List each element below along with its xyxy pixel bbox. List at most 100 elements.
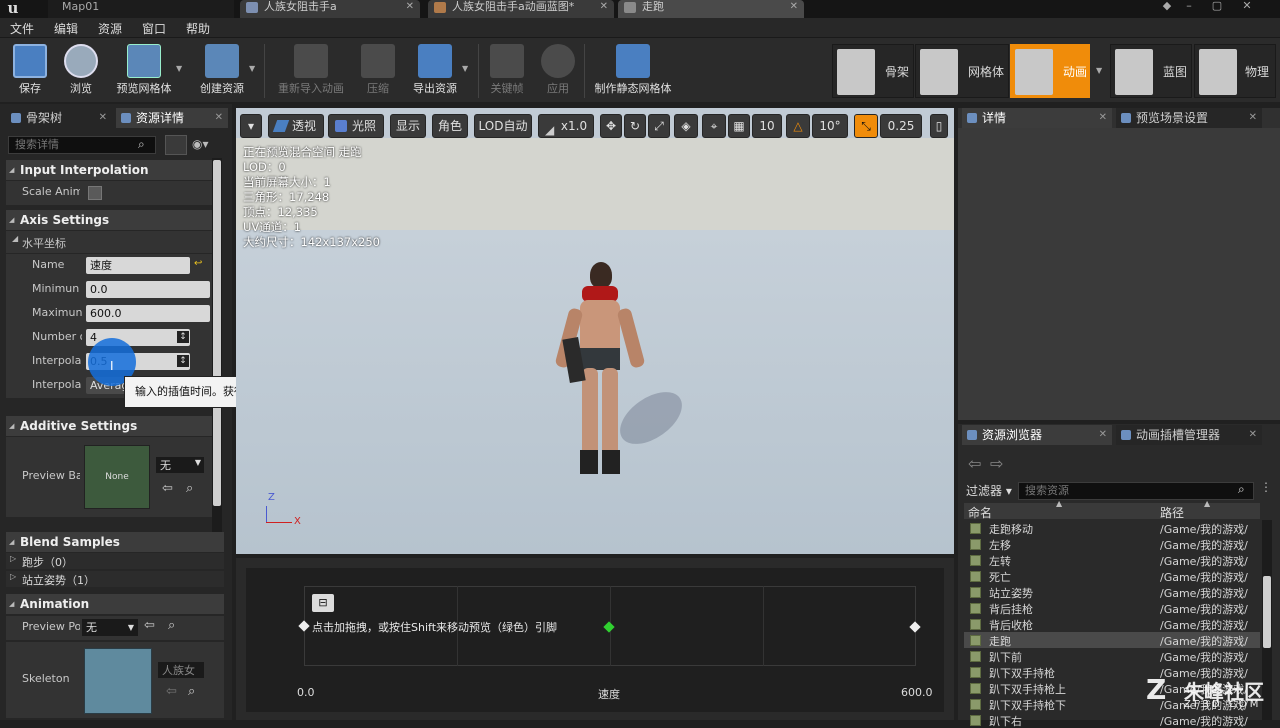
mode-physics[interactable]: 物理 bbox=[1194, 44, 1276, 98]
perspective-button[interactable]: 透视 bbox=[268, 114, 324, 138]
mode-animation[interactable]: 动画 bbox=[1010, 44, 1090, 98]
preview-mesh-button[interactable]: 预览网格体 bbox=[112, 42, 176, 100]
section-blend-samples[interactable]: Blend Samples bbox=[6, 532, 224, 552]
grid-snap-icon[interactable]: ▦ bbox=[728, 114, 750, 138]
tab-anim-slot-manager[interactable]: 动画插槽管理器 ✕ bbox=[1116, 425, 1262, 445]
tab-asset-details[interactable]: 资源详情 ✕ bbox=[116, 108, 228, 128]
blend-sample-row[interactable]: ▷ 跑步（0） bbox=[6, 553, 224, 569]
surface-snap-button[interactable]: ⌖ bbox=[702, 114, 726, 138]
asset-row[interactable]: 背后收枪/Game/我的游戏/ bbox=[964, 616, 1260, 632]
tab-skeleton-tree[interactable]: 骨架树 ✕ bbox=[6, 108, 112, 128]
close-icon[interactable]: ✕ bbox=[790, 0, 798, 14]
close-icon[interactable]: ✕ bbox=[1249, 108, 1257, 128]
eye-icon[interactable]: ◉▾ bbox=[192, 137, 209, 151]
notification-icon[interactable]: ◆ bbox=[1160, 0, 1174, 14]
minimize-icon[interactable]: – bbox=[1182, 0, 1196, 14]
triangulation-toggle-icon[interactable]: ⊟ bbox=[312, 594, 334, 612]
view-options-icon[interactable] bbox=[165, 135, 187, 155]
scrollbar-thumb[interactable] bbox=[1263, 576, 1271, 648]
reset-icon[interactable]: ↩ bbox=[194, 258, 202, 269]
asset-row[interactable]: 走跑/Game/我的游戏/ bbox=[964, 632, 1260, 648]
mode-mesh[interactable]: 网格体 bbox=[915, 44, 1009, 98]
close-icon[interactable]: ✕ bbox=[600, 0, 608, 14]
details-search-input[interactable]: 搜索详情 bbox=[8, 136, 156, 154]
skeleton-thumbnail[interactable] bbox=[84, 648, 152, 714]
column-path[interactable]: 路径 bbox=[1160, 504, 1184, 521]
close-icon[interactable]: ✕ bbox=[1249, 425, 1257, 445]
asset-row[interactable]: 左转/Game/我的游戏/ bbox=[964, 552, 1260, 568]
forward-arrow-icon[interactable]: ⇨ bbox=[990, 454, 1003, 473]
spin-arrows-icon[interactable]: ↕ bbox=[177, 331, 189, 343]
preview-pose-combo[interactable]: 无 ▼ bbox=[82, 619, 138, 636]
menu-asset[interactable]: 资源 bbox=[98, 20, 122, 37]
asset-row[interactable]: 死亡/Game/我的游戏/ bbox=[964, 568, 1260, 584]
close-icon[interactable]: ✕ bbox=[215, 108, 223, 128]
asset-row[interactable]: 走跑移动/Game/我的游戏/ bbox=[964, 520, 1260, 536]
asset-row[interactable]: 趴下右/Game/我的游戏/ bbox=[964, 712, 1260, 728]
compress-button[interactable]: 压缩 bbox=[356, 42, 400, 100]
translate-tool-button[interactable]: ✥ bbox=[600, 114, 622, 138]
section-additive-settings[interactable]: Additive Settings bbox=[6, 416, 212, 436]
close-icon[interactable]: ✕ bbox=[1099, 425, 1107, 445]
menu-help[interactable]: 帮助 bbox=[186, 20, 210, 37]
section-input-interpolation[interactable]: Input Interpolation bbox=[6, 160, 212, 180]
maximize-icon[interactable]: ▢ bbox=[1210, 0, 1224, 14]
make-static-mesh-button[interactable]: 制作静态网格体 bbox=[590, 42, 676, 100]
use-selected-arrow-icon[interactable]: ⇦ bbox=[144, 618, 155, 633]
mode-blueprint[interactable]: 蓝图 bbox=[1110, 44, 1192, 98]
back-arrow-icon[interactable]: ⇦ bbox=[968, 454, 981, 473]
tab-preview-scene-settings[interactable]: 预览场景设置 ✕ bbox=[1116, 108, 1262, 128]
base-pose-combo[interactable]: 无 ▼ bbox=[156, 457, 204, 473]
playback-speed-button[interactable]: ◢ x1.0 bbox=[538, 114, 594, 138]
axis-min-input[interactable]: 0.0 bbox=[86, 281, 210, 298]
mode-skeleton[interactable]: 骨架 bbox=[832, 44, 914, 98]
asset-row[interactable]: 趴下前/Game/我的游戏/ bbox=[964, 648, 1260, 664]
viewport-options-dropdown[interactable]: ▾ bbox=[240, 114, 262, 138]
rotate-tool-button[interactable]: ↻ bbox=[624, 114, 646, 138]
lit-button[interactable]: 光照 bbox=[328, 114, 384, 138]
reimport-button[interactable]: 重新导入动画 bbox=[272, 42, 350, 100]
preview-mesh-dropdown[interactable]: ▼ bbox=[176, 64, 186, 73]
scale-tool-button[interactable]: ⤢ bbox=[648, 114, 670, 138]
asset-search-input[interactable]: 搜索资源 bbox=[1018, 482, 1254, 500]
rotation-snap-icon[interactable]: △ bbox=[786, 114, 810, 138]
create-asset-button[interactable]: 创建资源 bbox=[196, 42, 248, 100]
export-asset-button[interactable]: 导出资源 bbox=[408, 42, 462, 100]
axis-max-input[interactable]: 600.0 bbox=[86, 305, 210, 322]
world-local-button[interactable]: ◈ bbox=[674, 114, 698, 138]
browse-search-icon[interactable]: ⌕ bbox=[168, 618, 175, 633]
column-name[interactable]: 命名 bbox=[968, 504, 992, 521]
scale-snap-icon[interactable]: ⤡ bbox=[854, 114, 878, 138]
spin-arrows-icon[interactable]: ↕ bbox=[177, 355, 189, 367]
keyframe-button[interactable]: 关键帧 bbox=[486, 42, 528, 100]
close-icon[interactable]: ✕ bbox=[99, 108, 107, 128]
tab-details[interactable]: 详情 ✕ bbox=[962, 108, 1112, 128]
section-axis-settings[interactable]: Axis Settings bbox=[6, 210, 212, 230]
asset-row[interactable]: 左移/Game/我的游戏/ bbox=[964, 536, 1260, 552]
menu-window[interactable]: 窗口 bbox=[142, 20, 166, 37]
menu-file[interactable]: 文件 bbox=[10, 20, 34, 37]
doc-tab-animbp[interactable]: 人族女阻击手a动画蓝图* ✕ bbox=[428, 0, 614, 18]
scale-snap-value[interactable]: 0.25 bbox=[880, 114, 922, 138]
grid-snap-value[interactable]: 10 bbox=[752, 114, 782, 138]
base-pose-thumbnail[interactable]: None bbox=[84, 445, 150, 509]
apply-button[interactable]: 应用 bbox=[536, 42, 580, 100]
character-button[interactable]: 角色 bbox=[432, 114, 468, 138]
create-asset-dropdown[interactable]: ▼ bbox=[249, 64, 259, 73]
browse-button[interactable]: 浏览 bbox=[58, 42, 104, 100]
scrollbar-thumb[interactable] bbox=[213, 160, 221, 506]
close-icon[interactable]: ✕ bbox=[1099, 108, 1107, 128]
lod-auto-button[interactable]: LOD自动 bbox=[474, 114, 532, 138]
row-horizontal-axis[interactable]: ◢ 水平坐标 bbox=[6, 231, 212, 253]
blend-sample-row[interactable]: ▷ 站立姿势（1） bbox=[6, 571, 224, 587]
axis-name-input[interactable]: 速度 bbox=[86, 257, 190, 274]
asset-row[interactable]: 背后挂枪/Game/我的游戏/ bbox=[964, 600, 1260, 616]
scale-anim-checkbox[interactable] bbox=[88, 186, 102, 200]
use-selected-arrow-icon[interactable]: ⇦ bbox=[162, 481, 173, 496]
show-button[interactable]: 显示 bbox=[390, 114, 426, 138]
browse-search-icon[interactable]: ⌕ bbox=[186, 481, 193, 496]
viewport[interactable]: Z X bbox=[236, 108, 954, 554]
tab-content-browser[interactable]: 资源浏览器 ✕ bbox=[962, 425, 1112, 445]
export-dropdown[interactable]: ▼ bbox=[462, 64, 472, 73]
options-icon[interactable]: ⋮ bbox=[1258, 480, 1274, 500]
